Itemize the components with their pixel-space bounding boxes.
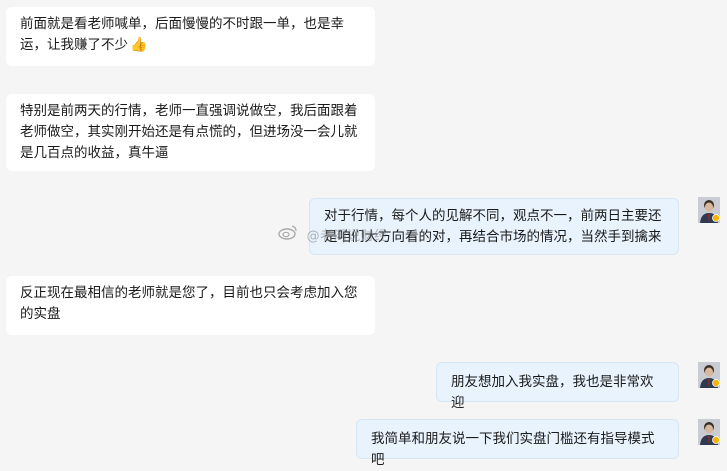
message-bubble-sent: 朋友想加入我实盘，我也是非常欢迎 — [436, 362, 679, 411]
thumbs-up-icon: 👍 — [130, 37, 148, 53]
message-bubble-received: 反正现在最相信的老师就是您了，目前也只会考虑加入您的实盘 — [6, 276, 375, 335]
message-bubble-received: 特别是前两天的行情，老师一直强调说做空，我后面跟着老师做空，其实刚开始还是有点慌… — [6, 94, 375, 171]
avatar[interactable] — [698, 197, 720, 223]
message-text: 特别是前两天的行情，老师一直强调说做空，我后面跟着老师做空，其实刚开始还是有点慌… — [20, 103, 358, 161]
message-bubble-sent: 我简单和朋友说一下我们实盘门槛还有指导模式吧 — [356, 419, 679, 468]
message-text: 我简单和朋友说一下我们实盘门槛还有指导模式吧 — [371, 431, 655, 468]
avatar[interactable] — [698, 419, 720, 445]
message-bubble-received: 前面就是看老师喊单，后面慢慢的不时跟一单，也是幸运，让我赚了不少 👍 — [6, 7, 375, 66]
weibo-icon — [278, 225, 297, 240]
message-bubble-sent: 对于行情，每个人的见解不同，观点不一，前两日主要还是咱们大方向看的对，再结合市场… — [309, 198, 679, 255]
avatar[interactable] — [698, 362, 720, 388]
message-text: 反正现在最相信的老师就是您了，目前也只会考虑加入您的实盘 — [20, 285, 358, 322]
message-text: 对于行情，每个人的见解不同，观点不一，前两日主要还是咱们大方向看的对，再结合市场… — [324, 208, 662, 245]
message-text: 朋友想加入我实盘，我也是非常欢迎 — [451, 374, 654, 411]
message-text: 前面就是看老师喊单，后面慢慢的不时跟一单，也是幸运，让我赚了不少 👍 — [20, 14, 361, 56]
